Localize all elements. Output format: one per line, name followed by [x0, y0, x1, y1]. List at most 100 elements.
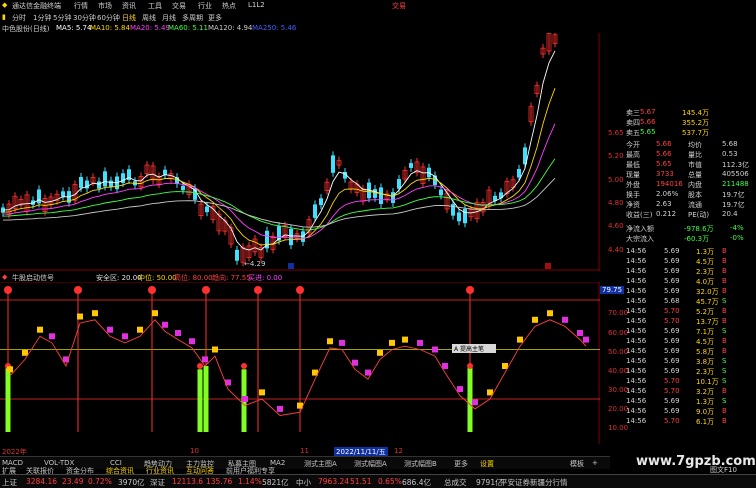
menu-item-market[interactable]: 市场 — [98, 1, 112, 11]
tick-row-cell: 5.69 — [664, 247, 680, 255]
extension-tab[interactable]: 扩展 — [2, 466, 16, 476]
buy-bar — [203, 366, 209, 432]
tick-row-cell: 14:56 — [626, 287, 647, 295]
stat-row-cell: 112.3亿 — [722, 161, 750, 169]
tick-row-cell: 1.3万 — [696, 248, 715, 256]
oscillator-block — [339, 339, 345, 346]
candle-body — [409, 163, 413, 168]
stat-row-cell: 0.53 — [722, 150, 738, 158]
date-axis: 2022年 10 11 2022/11/11/五 12 — [0, 446, 600, 457]
tick-row-cell: 5.8万 — [696, 348, 715, 356]
buy-bar — [197, 369, 203, 432]
ask-row-cell: 卖三 — [626, 109, 640, 117]
candle-body — [313, 204, 317, 218]
menu-item-industry[interactable]: 行业 — [198, 1, 212, 11]
candle-body — [373, 189, 377, 198]
oscillator-block — [122, 333, 128, 340]
oscillator-block — [202, 356, 208, 363]
signal-dot — [197, 363, 203, 369]
ytick-main: 4.60 — [608, 222, 624, 230]
oscillator-block — [259, 389, 265, 396]
stat-row-cell: 405506 — [722, 170, 749, 178]
ytick-main: 5.65 — [608, 129, 624, 137]
stat-row-cell: 股本 — [688, 191, 702, 199]
tick-row-cell: 5.69 — [664, 397, 680, 405]
extension-tab[interactable]: 互动问答 — [186, 466, 214, 476]
tick-row-cell: 5.69 — [664, 357, 680, 365]
flow-row-cell: -60.3万 — [684, 235, 710, 243]
tick-row-cell: 14:56 — [626, 357, 647, 365]
stat-row-cell: 均价 — [688, 141, 702, 149]
tick-row-cell: B — [722, 307, 727, 315]
flow-row-cell: -978.6万 — [684, 225, 714, 233]
tick-row-cell: B — [722, 407, 727, 415]
oscillator-block — [327, 338, 333, 345]
f10-link[interactable]: 图文F10 — [710, 465, 737, 475]
indicator-icon: ◆ — [2, 273, 8, 281]
tick-row-cell: 5.70 — [664, 317, 680, 325]
tick-row-cell: 4.5万 — [696, 258, 715, 266]
extension-tab[interactable]: 前用户福利专享 — [226, 466, 275, 476]
tick-row-cell: 13.7万 — [696, 318, 719, 326]
tick-row-cell: 5.70 — [664, 377, 680, 385]
tick-row: 14:56 5.70 6.1万 B — [626, 417, 756, 426]
kline-chart[interactable]: ←4.29 — [0, 33, 600, 271]
oscillator-block — [277, 405, 283, 412]
menu-item-news[interactable]: 资讯 — [122, 1, 136, 11]
extension-tab[interactable]: 综合资讯 — [106, 466, 134, 476]
ask-row: 卖五 5.65 537.7万 — [626, 128, 756, 137]
tick-row-cell: 14:56 — [626, 337, 647, 345]
stat-row-cell: 5.65 — [656, 160, 672, 168]
event-marker — [288, 263, 294, 269]
date-10: 10 — [190, 447, 199, 455]
tick-row: 14:56 5.69 4.5万 B — [626, 337, 756, 346]
buy-bar — [5, 366, 11, 432]
tick-row-cell: 14:56 — [626, 317, 647, 325]
tick-row-cell: 6.1万 — [696, 418, 715, 426]
candle-body — [391, 192, 395, 203]
tick-row-cell: 5.69 — [664, 337, 680, 345]
period-icon: ▮ — [2, 13, 6, 21]
status-item: 1.14% — [238, 477, 262, 486]
stat-row-cell: 2.63 — [656, 200, 672, 208]
menu-item-hot[interactable]: 热点 — [222, 1, 236, 11]
stat-row: 最低 5.65 市值 112.3亿 — [626, 160, 756, 169]
status-item: 23.49 — [62, 477, 84, 486]
tick-row-cell: 3.8万 — [696, 358, 715, 366]
ask-row-cell: 145.4万 — [682, 109, 710, 117]
tick-row-cell: 14:56 — [626, 257, 647, 265]
stat-row: 现量 3733 总量 405506 — [626, 170, 756, 179]
menu-item-tools[interactable]: 工具 — [148, 1, 162, 11]
menu-item-trade[interactable]: 交易 — [172, 1, 186, 11]
extension-tab[interactable]: 行业资讯 — [146, 466, 174, 476]
flow-row-cell: 大宗流入 — [626, 235, 654, 243]
ask-row-cell: 355.2万 — [682, 119, 710, 127]
extension-tab[interactable]: 关联报价 — [26, 466, 54, 476]
tick-row: 14:56 5.69 9.0万 B — [626, 407, 756, 416]
signal-dot — [254, 286, 262, 294]
tick-row-cell: 14:56 — [626, 307, 647, 315]
ask-row-cell: 5.67 — [640, 108, 656, 116]
candle-body — [163, 169, 167, 175]
tick-row-cell: B — [722, 347, 727, 355]
menu-bar: ◆ 通达信金融终端 行情 市场 资讯 工具 交易 行业 热点 L1L2 交易 — [0, 0, 430, 11]
low-price-label: ←4.29 — [244, 260, 265, 268]
tick-row: 14:56 5.70 13.7万 B — [626, 317, 756, 326]
signal-dot — [148, 286, 156, 294]
menu-item-l1l2[interactable]: L1L2 — [248, 1, 265, 9]
menu-item-quotes[interactable]: 行情 — [74, 1, 88, 11]
trade-button[interactable]: 交易 — [392, 1, 406, 11]
stat-row: 换手 2.06% 股本 19.7亿 — [626, 190, 756, 199]
indicator-chart[interactable]: A 提高主笔 — [0, 282, 600, 444]
tick-row-cell: 5.70 — [664, 387, 680, 395]
stat-row-cell: 最低 — [626, 161, 640, 169]
candle-body — [331, 155, 335, 173]
stat-row-cell: 内盘 — [688, 181, 702, 189]
flow-row: 净流入额 -978.6万 -4% — [626, 224, 756, 233]
stat-row-cell: 5.66 — [656, 140, 672, 148]
stat-row-cell: 20.4 — [722, 210, 738, 218]
oscillator-block — [417, 339, 423, 346]
signal-dot — [74, 286, 82, 294]
stat-row-cell: 5.66 — [656, 150, 672, 158]
extension-tab[interactable]: 资金分布 — [66, 466, 94, 476]
